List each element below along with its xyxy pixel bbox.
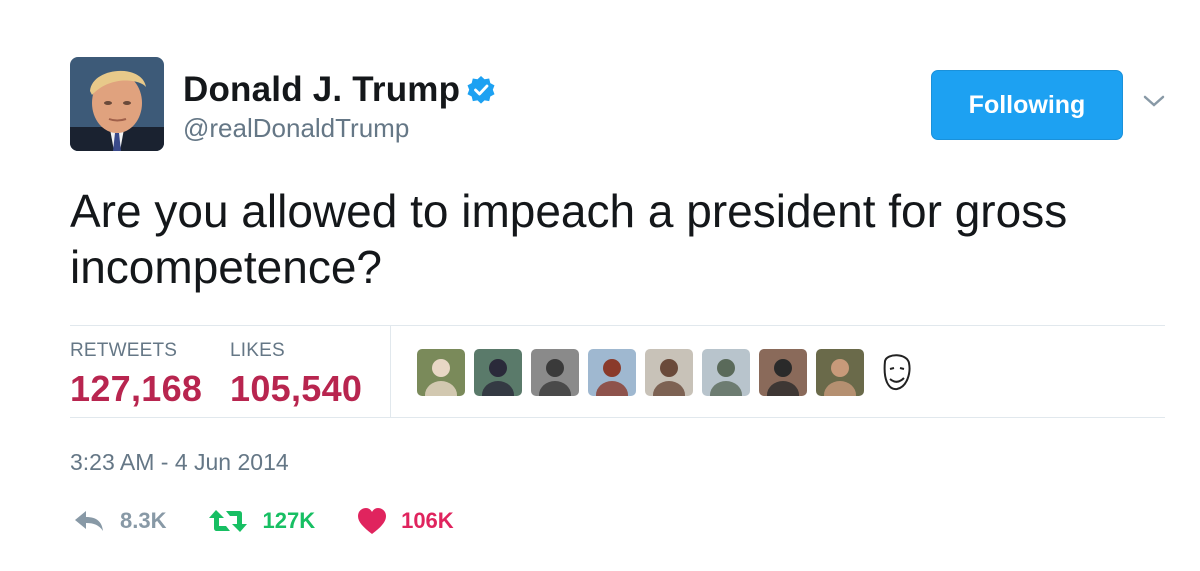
retweet-button[interactable]: 127K <box>208 508 315 534</box>
reply-icon <box>75 511 103 531</box>
reply-count: 8.3K <box>120 508 167 533</box>
like-button[interactable]: 106K <box>357 507 454 535</box>
liker-avatar-8[interactable] <box>816 349 864 396</box>
liker-avatar-5[interactable] <box>645 349 693 396</box>
author-display-name[interactable]: Donald J. Trump <box>183 70 460 110</box>
likes-count: 105,540 <box>230 368 363 409</box>
retweet-count: 127K <box>262 508 316 533</box>
author-avatar[interactable] <box>70 57 164 151</box>
liker-avatar-2[interactable] <box>474 349 522 396</box>
chevron-down-icon[interactable] <box>1142 92 1166 110</box>
retweets-label: RETWEETS <box>70 340 178 361</box>
heart-icon <box>358 508 387 534</box>
likes-label: LIKES <box>230 340 285 361</box>
verified-badge-icon <box>467 76 495 104</box>
tweet-timestamp[interactable]: 3:23 AM - 4 Jun 2014 <box>70 449 289 476</box>
liker-avatar-7[interactable] <box>759 349 807 396</box>
stats-divider-top <box>70 325 1165 326</box>
liker-avatar-6[interactable] <box>702 349 750 396</box>
retweets-count: 127,168 <box>70 368 203 409</box>
likes-stat[interactable]: LIKES 105,540 <box>230 340 362 410</box>
liker-avatar-3[interactable] <box>531 349 579 396</box>
reply-button[interactable]: 8.3K <box>72 508 166 534</box>
liker-avatars <box>417 349 921 396</box>
tweet-text: Are you allowed to impeach a president f… <box>70 185 1068 293</box>
author-handle[interactable]: @realDonaldTrump <box>183 113 409 144</box>
stats-vertical-divider <box>390 326 391 417</box>
retweets-stat[interactable]: RETWEETS 127,168 <box>70 340 202 410</box>
retweet-icon <box>209 510 248 532</box>
liker-avatar-4[interactable] <box>588 349 636 396</box>
following-button[interactable]: Following <box>931 70 1123 140</box>
liker-avatar-1[interactable] <box>417 349 465 396</box>
tweet-actions: 8.3K 127K 106K <box>72 507 496 535</box>
like-count: 106K <box>401 508 454 533</box>
stats-divider-bottom <box>70 417 1165 418</box>
liker-avatar-9[interactable] <box>873 349 921 396</box>
author-name-row[interactable]: Donald J. Trump <box>183 70 496 110</box>
